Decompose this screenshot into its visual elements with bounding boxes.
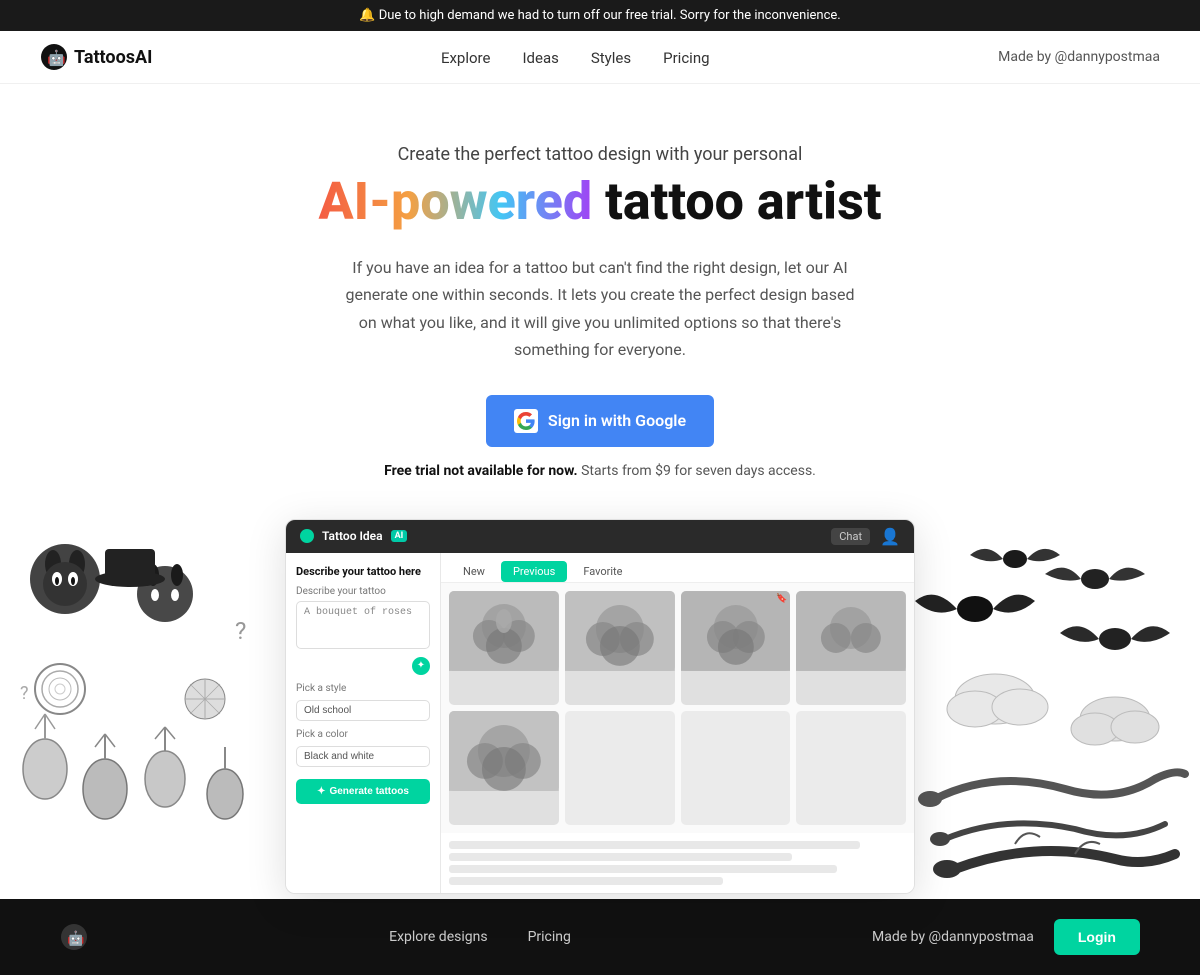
app-title: Tattoo Idea [322,529,383,543]
rose-img-3 [681,591,791,671]
chat-line-1 [449,841,860,849]
header-made-by: Made by @dannypostmaa [998,49,1160,65]
sidebar-describe-input[interactable] [296,601,430,649]
svg-text:?: ? [20,683,29,704]
chat-lines [441,833,914,893]
chat-line-2 [449,853,792,861]
user-icon: 👤 [880,527,900,546]
preview-section: ? ? Tattoo Idea AI Chat 👤 [0,519,1200,899]
chat-line-3 [449,865,837,873]
hero-ai-text: AI-powered [318,171,592,232]
grid-item-6 [565,711,675,825]
trial-note-bold: Free trial not available for now. [384,463,577,479]
footer-explore[interactable]: Explore designs [389,929,487,945]
hero-description: If you have an idea for a tattoo but can… [340,254,860,363]
rose-img-1 [449,591,559,671]
tab-previous[interactable]: Previous [501,561,567,582]
app-titlebar: Tattoo Idea AI Chat 👤 [286,520,914,553]
grid-item-3[interactable] [681,591,791,705]
footer-nav: Explore designs Pricing [389,929,571,945]
grid-item-5[interactable] [449,711,559,825]
grid-item-4[interactable] [796,591,906,705]
sidebar-describe-label: Describe your tattoo here [296,565,430,578]
svg-text:?: ? [235,617,246,645]
signin-btn-label: Sign in with Google [548,411,686,430]
rose-img-2 [565,591,675,671]
nav-pricing[interactable]: Pricing [663,49,709,67]
footer-login-button[interactable]: Login [1054,919,1140,955]
tattoo-grid [441,583,914,833]
app-body: Describe your tattoo here Describe your … [286,553,914,893]
announcement-text: Due to high demand we had to turn off ou… [379,8,841,23]
app-logo-dot [300,529,314,543]
grid-item-2[interactable] [565,591,675,705]
generate-btn-label: Generate tattoos [329,786,408,797]
footer-madeby: Made by @dannypostmaa [872,929,1034,945]
logo[interactable]: 🤖 TattoosAI [40,43,152,71]
ai-badge: AI [391,530,408,542]
rose-img-5 [449,711,559,791]
sidebar-color-select[interactable]: Black and white [296,746,430,767]
logo-icon: 🤖 [40,43,68,71]
free-trial-note: Free trial not available for now. Starts… [170,463,1030,479]
right-tattoo-panel [915,519,1195,899]
logo-text: TattoosAI [74,47,152,68]
svg-text:🤖: 🤖 [67,930,84,947]
app-sidebar: Describe your tattoo here Describe your … [286,553,441,893]
generate-btn[interactable]: ✦ Generate tattoos [296,779,430,804]
hero-subtitle: Create the perfect tattoo design with yo… [170,144,1030,165]
announcement-bar: 🔔 Due to high demand we had to turn off … [0,0,1200,31]
app-window: Tattoo Idea AI Chat 👤 Describe your tatt… [285,519,915,894]
generate-btn-icon: ✦ [317,786,325,797]
rose-img-4 [796,591,906,671]
right-tattoo-art [915,519,1195,899]
app-main: New Previous Favorite [441,553,914,893]
header: 🤖 TattoosAI Explore Ideas Styles Pricing… [0,31,1200,84]
hero-title: AI-powered tattoo artist [170,173,1030,230]
gen-icon: ✦ [412,657,430,675]
sidebar-style-label: Pick a style [296,683,430,694]
footer-pricing[interactable]: Pricing [528,929,571,945]
hero-rest-text: tattoo artist [592,171,881,232]
sidebar-color-label: Pick a color [296,729,430,740]
google-signin-button[interactable]: Sign in with Google [486,395,714,447]
grid-item-7 [681,711,791,825]
nav-ideas[interactable]: Ideas [522,49,558,67]
chat-line-4 [449,877,723,885]
left-tattoo-panel: ? ? [5,519,285,899]
tab-favorite[interactable]: Favorite [571,561,634,582]
footer-logo-icon: 🤖 [60,923,88,951]
sidebar-style-select[interactable]: Old school [296,700,430,721]
svg-text:🤖: 🤖 [47,49,66,67]
announcement-icon: 🔔 [359,8,375,23]
footer: 🤖 Explore designs Pricing Made by @danny… [0,899,1200,975]
nav-explore[interactable]: Explore [441,49,491,67]
hero-section: Create the perfect tattoo design with yo… [150,84,1050,519]
sidebar-describe-sublabel: Describe your tattoo [296,586,430,597]
trial-note-rest: Starts from $9 for seven days access. [578,463,816,479]
nav-styles[interactable]: Styles [591,49,631,67]
footer-logo: 🤖 [60,923,88,951]
titlebar-right: Chat 👤 [831,527,900,546]
app-tabs: New Previous Favorite [441,553,914,583]
grid-item-1[interactable] [449,591,559,705]
left-tattoo-art: ? ? [5,519,285,899]
tab-new[interactable]: New [451,561,497,582]
chat-button[interactable]: Chat [831,528,870,545]
generate-icon-area: ✦ [296,657,430,675]
main-nav: Explore Ideas Styles Pricing [441,48,710,67]
footer-right: Made by @dannypostmaa Login [872,919,1140,955]
google-icon [514,409,538,433]
titlebar-left: Tattoo Idea AI [300,529,407,543]
grid-item-8 [796,711,906,825]
